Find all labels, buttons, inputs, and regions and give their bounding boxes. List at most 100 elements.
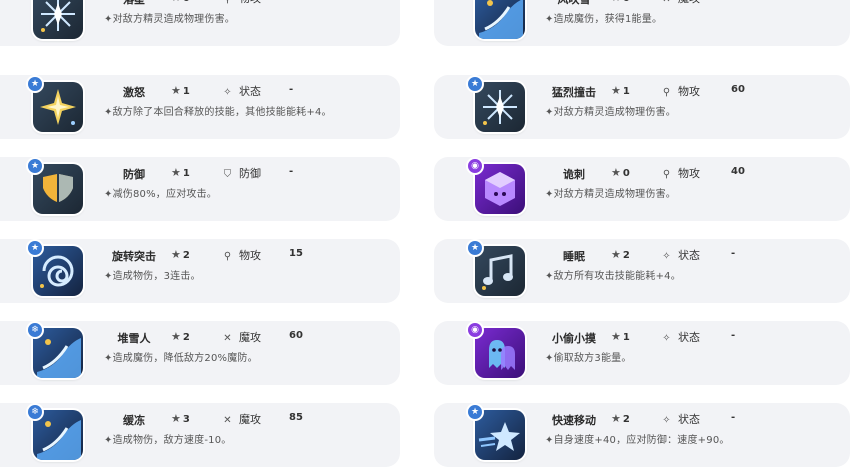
skill-category: ✕ 魔攻 xyxy=(660,0,700,6)
star-badge-icon: ★ xyxy=(26,157,44,175)
skill-category-label: 状态 xyxy=(678,413,700,426)
status-icon: ✧ xyxy=(662,251,671,262)
skill-name: 睡眠 xyxy=(563,250,585,263)
skill-description: ✦对敌方精灵造成物理伤害。 xyxy=(104,14,235,25)
skill-card[interactable]: ◉ 小偷小摸 ★ 1 ✧ 状态 - ✦偷取敌方3能量。 xyxy=(434,321,850,385)
skill-category: ✧ 状态 xyxy=(660,411,700,427)
skill-category-label: 物攻 xyxy=(239,249,261,262)
skill-description: ✦敌方除了本回合释放的技能，其他技能能耗+4。 xyxy=(104,107,332,118)
skill-card[interactable]: ★ 猛烈撞击 ★ 1 ⚲ 物攻 60 ✦对敌方精灵造成物理伤害。 xyxy=(434,75,850,139)
skill-description: ✦造成魔伤，获得1能量。 xyxy=(545,14,663,25)
energy-cost-value: 1 xyxy=(182,86,190,97)
skill-name: 诡刺 xyxy=(563,168,585,181)
skill-category-label: 防御 xyxy=(239,167,261,180)
star-icon: ★ xyxy=(171,166,181,179)
star-icon: ★ xyxy=(611,412,621,425)
ice-star-art xyxy=(33,0,83,39)
skill-card[interactable]: ★ 防御 ★ 1 ⛉ 防御 - ✦减伤80%，应对攻击。 xyxy=(0,157,400,221)
star-badge-icon: ★ xyxy=(466,239,484,257)
star-icon: ★ xyxy=(611,166,621,179)
skill-power: 40 xyxy=(289,0,303,2)
star-icon: ★ xyxy=(171,330,181,343)
ghost-badge-icon: ◉ xyxy=(466,157,484,175)
skill-name: 防御 xyxy=(123,168,145,181)
skill-description: ✦造成物伤，3连击。 xyxy=(104,271,201,282)
snowflake-badge-icon: ❄ xyxy=(26,403,44,421)
energy-cost: ★ 1 xyxy=(611,330,630,343)
energy-cost-value: 0 xyxy=(183,0,190,4)
energy-cost-value: 2 xyxy=(622,250,630,261)
status-icon: ✧ xyxy=(662,415,671,426)
skill-category: ⚲ 物攻 xyxy=(660,165,700,181)
star-icon: ★ xyxy=(611,0,621,4)
energy-cost: ★ 1 xyxy=(171,84,190,97)
ghost-cube-art xyxy=(475,164,525,214)
skill-card[interactable]: ❄ 堆雪人 ★ 2 ✕ 魔攻 60 ✦造成魔伤，降低敌方20%魔防。 xyxy=(0,321,400,385)
skill-category-label: 状态 xyxy=(239,85,261,98)
skill-card[interactable]: ◉ 诡刺 ★ 0 ⚲ 物攻 40 ✦对敌方精灵造成物理伤害。 xyxy=(434,157,850,221)
star-dash-art xyxy=(475,410,525,460)
energy-cost-value: 1 xyxy=(622,86,630,97)
skill-description: ✦对敌方精灵造成物理伤害。 xyxy=(545,189,676,200)
status-icon: ✧ xyxy=(662,333,671,344)
skill-category-label: 状态 xyxy=(678,249,700,262)
skill-power: 40 xyxy=(731,166,745,177)
skill-description: ✦对敌方精灵造成物理伤害。 xyxy=(545,107,676,118)
ice-wave-art xyxy=(475,0,525,39)
skill-category-label: 物攻 xyxy=(678,167,700,180)
skill-category: ✧ 状态 xyxy=(660,329,700,345)
energy-cost-value: 0 xyxy=(622,168,630,179)
skill-category: ✕ 魔攻 xyxy=(221,411,261,427)
energy-cost: ★ 2 xyxy=(611,248,630,261)
energy-cost-value: 1 xyxy=(182,168,190,179)
skill-category: ⛉ 防御 xyxy=(221,165,261,181)
skill-name: 落星 xyxy=(104,0,164,7)
skill-category: ⚲ 物攻 xyxy=(221,247,261,263)
energy-cost: ★ 3 xyxy=(171,412,190,425)
skill-category-label: 魔攻 xyxy=(239,331,261,344)
skill-category-label: 物攻 xyxy=(678,85,700,98)
energy-cost-value: 2 xyxy=(182,332,190,343)
skill-category-label: 状态 xyxy=(678,331,700,344)
skill-name: 小偷小摸 xyxy=(552,332,596,345)
snowflake-badge-icon: ❄ xyxy=(26,321,44,339)
energy-cost: ★ 2 xyxy=(171,330,190,343)
skill-card[interactable]: ★ 激怒 ★ 1 ✧ 状态 - ✦敌方除了本回合释放的技能，其他技能能耗+4。 xyxy=(0,75,400,139)
skill-category-label: 魔攻 xyxy=(239,413,261,426)
skill-category: ✧ 状态 xyxy=(221,83,261,99)
skill-description: ✦自身速度+40，应对防御：速度+90。 xyxy=(545,435,730,446)
skill-power: 85 xyxy=(289,412,303,423)
star-badge-icon: ★ xyxy=(26,239,44,257)
skill-description: ✦减伤80%，应对攻击。 xyxy=(104,189,218,200)
star-icon: ★ xyxy=(171,248,181,261)
magic-icon: ✕ xyxy=(660,0,673,5)
star-icon: ★ xyxy=(171,412,181,425)
skill-category-label: 物攻 xyxy=(239,0,261,5)
energy-cost-value: 2 xyxy=(182,250,190,261)
star-badge-icon: ★ xyxy=(466,403,484,421)
star-icon: ★ xyxy=(611,330,621,343)
skill-card[interactable]: ❄风吹雪★0✕魔攻30✦造成魔伤，获得1能量。 xyxy=(434,0,850,46)
star-icon: ★ xyxy=(611,84,621,97)
energy-cost-value: 3 xyxy=(182,414,190,425)
skill-power: 60 xyxy=(289,330,303,341)
skill-category: ✕ 魔攻 xyxy=(221,329,261,345)
physical-icon: ⚲ xyxy=(221,0,234,5)
skill-card[interactable]: ❄ 缓冻 ★ 3 ✕ 魔攻 85 ✦造成物伤，敌方速度-10。 xyxy=(0,403,400,467)
physical-icon: ⚲ xyxy=(662,87,671,98)
energy-cost-value: 1 xyxy=(622,332,630,343)
skill-card[interactable]: ★ 睡眠 ★ 2 ✧ 状态 - ✦敌方所有攻击技能能耗+4。 xyxy=(434,239,850,303)
physical-icon: ⚲ xyxy=(223,251,232,262)
star-icon: ★ xyxy=(171,0,181,4)
star-icon: ★ xyxy=(171,84,181,97)
skill-card[interactable]: ★ 快速移动 ★ 2 ✧ 状态 - ✦自身速度+40，应对防御：速度+90。 xyxy=(434,403,850,467)
skill-power: - xyxy=(289,84,294,95)
skill-category-label: 魔攻 xyxy=(678,0,700,5)
skill-card[interactable]: ★ 落星 ★0 ⚲ 物攻 40 ✦对敌方精灵造成物理伤害。 xyxy=(0,0,400,46)
skill-name: 风吹雪 xyxy=(544,0,604,7)
ghost-art xyxy=(475,328,525,378)
skill-card[interactable]: ★ 旋转突击 ★ 2 ⚲ 物攻 15 ✦造成物伤，3连击。 xyxy=(0,239,400,303)
skill-description: ✦造成魔伤，降低敌方20%魔防。 xyxy=(104,353,258,364)
skill-category: ⚲ 物攻 xyxy=(660,83,700,99)
skill-power: - xyxy=(731,248,736,259)
